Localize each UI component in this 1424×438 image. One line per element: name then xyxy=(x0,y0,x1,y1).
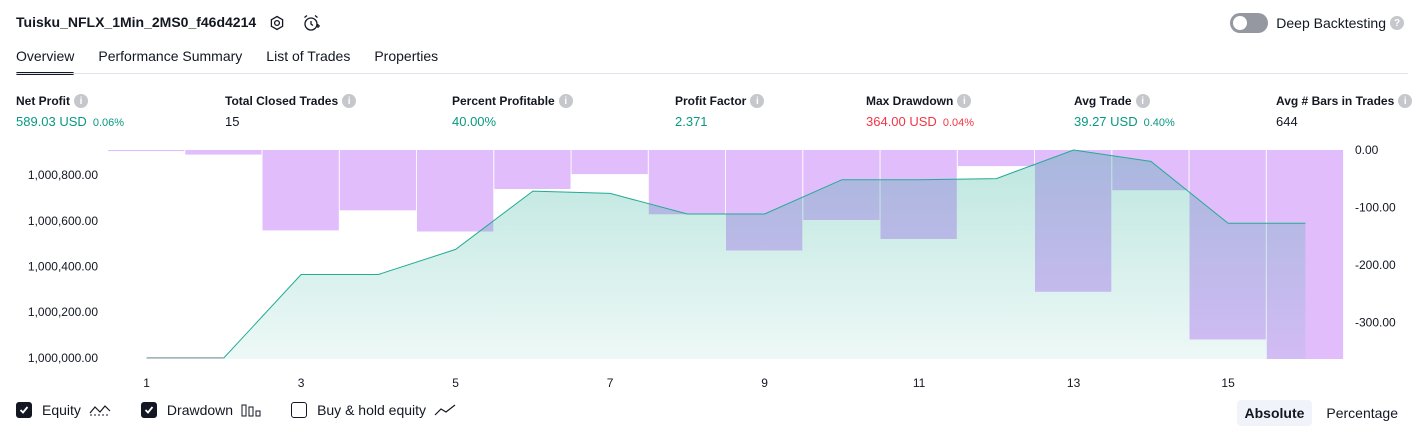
y-left-tick-label: 1,000,000.00 xyxy=(28,351,98,365)
equity-label: Equity xyxy=(42,402,81,418)
toggle-knob xyxy=(1233,16,1248,30)
equity-line-icon xyxy=(89,405,111,416)
x-tick-label: 3 xyxy=(298,376,305,390)
stat-label: Total Closed Trades xyxy=(225,94,339,108)
tab-overview[interactable]: Overview xyxy=(16,48,75,75)
info-icon[interactable]: ? xyxy=(1390,16,1404,30)
info-icon[interactable]: i xyxy=(1398,94,1413,108)
report-tabs: Overview Performance Summary List of Tra… xyxy=(16,48,438,75)
x-tick-label: 5 xyxy=(452,376,459,390)
drawdown-label: Drawdown xyxy=(166,402,234,418)
value-mode-switch: Absolute Percentage xyxy=(1236,400,1407,426)
info-icon[interactable]: i xyxy=(750,94,765,108)
buy-hold-label: Buy & hold equity xyxy=(317,402,427,418)
equity-checkbox[interactable]: Equity xyxy=(16,402,111,418)
drawdown-bar xyxy=(571,150,648,175)
y-left-tick-label: 1,000,200.00 xyxy=(28,305,98,319)
equity-drawdown-chart[interactable]: 1,000,000.00 1,000,200.00 1,000,400.00 1,00… xyxy=(0,140,1424,395)
stat-value: 2.371 xyxy=(675,114,708,129)
stat-label: Profit Factor xyxy=(675,94,747,108)
stat-percent: 0.04% xyxy=(942,117,975,129)
checkbox-unchecked-icon xyxy=(291,402,308,418)
deep-backtesting-toggle[interactable] xyxy=(1230,13,1269,33)
stat-net-profit: Net Profit i 589.03 USD 0.06% xyxy=(16,94,124,129)
y-left-tick-label: 1,000,600.00 xyxy=(28,214,98,228)
alarm-clock-plus-icon[interactable] xyxy=(301,13,321,33)
stat-profit-factor: Profit Factor i 2.371 xyxy=(675,94,765,129)
drawdown-bar xyxy=(648,150,726,215)
stat-value: 364.00 USD xyxy=(866,114,937,129)
percentage-button[interactable]: Percentage xyxy=(1318,400,1406,426)
x-tick-label: 13 xyxy=(1067,376,1081,390)
chart-legend: Equity Drawdown Buy & hold equity xyxy=(16,402,486,418)
y-right-tick-label: -100.00 xyxy=(1355,200,1396,214)
stat-value: 39.27 USD xyxy=(1074,114,1138,129)
y-right-tick-label: -300.00 xyxy=(1355,315,1396,329)
x-tick-label: 7 xyxy=(607,376,614,390)
drawdown-bar xyxy=(957,150,1035,167)
x-tick-label: 15 xyxy=(1221,376,1235,390)
stat-label: Net Profit xyxy=(16,94,70,108)
bars-icon xyxy=(241,404,261,417)
stat-value: 589.03 USD xyxy=(16,114,87,129)
drawdown-checkbox[interactable]: Drawdown xyxy=(140,402,261,418)
trend-line-icon xyxy=(434,404,456,416)
drawdown-bar xyxy=(417,150,494,232)
y-left-tick-label: 1,000,400.00 xyxy=(28,260,98,274)
drawdown-bar xyxy=(108,150,185,152)
strategy-title: Tuisku_NFLX_1Min_2MS0_f46d4214 xyxy=(16,14,257,30)
tab-performance-summary[interactable]: Performance Summary xyxy=(98,48,242,74)
info-icon[interactable]: i xyxy=(1135,94,1150,108)
stat-value: 40.00% xyxy=(452,114,497,129)
drawdown-bar xyxy=(494,150,571,189)
checkbox-checked-icon xyxy=(16,402,32,418)
stat-label: Avg Trade xyxy=(1074,94,1132,108)
stat-percent: 0.06% xyxy=(92,117,125,129)
drawdown-bar xyxy=(339,150,417,211)
x-tick-label: 11 xyxy=(913,376,926,390)
stat-max-drawdown: Max Drawdown i 364.00 USD 0.04% xyxy=(866,94,974,129)
info-icon[interactable]: i xyxy=(957,94,972,108)
stat-value: 644 xyxy=(1276,114,1298,129)
y-left-tick-label: 1,000,800.00 xyxy=(28,168,98,182)
stat-label: Percent Profitable xyxy=(452,94,555,108)
drawdown-bar xyxy=(262,150,339,231)
deep-backtesting-control: Deep Backtesting ? xyxy=(1230,13,1404,33)
stat-total-closed-trades: Total Closed Trades i 15 xyxy=(225,94,357,129)
stat-percent-profitable: Percent Profitable i 40.00% xyxy=(452,94,573,129)
absolute-button[interactable]: Absolute xyxy=(1236,400,1313,426)
drawdown-bar xyxy=(185,150,262,155)
info-icon[interactable]: i xyxy=(74,94,88,108)
x-tick-label: 1 xyxy=(143,376,150,390)
y-right-tick-label: -200.00 xyxy=(1355,258,1396,272)
gear-icon[interactable] xyxy=(267,13,287,33)
buy-hold-checkbox[interactable]: Buy & hold equity xyxy=(291,402,456,418)
info-icon[interactable]: i xyxy=(342,94,357,108)
checkbox-checked-icon xyxy=(140,402,157,418)
tabs-divider xyxy=(16,73,1408,74)
deep-backtesting-label: Deep Backtesting xyxy=(1276,15,1386,31)
x-tick-label: 9 xyxy=(761,376,768,390)
stat-label: Avg # Bars in Trades xyxy=(1276,94,1395,108)
stat-label: Max Drawdown xyxy=(866,94,954,108)
stat-avg-bars-in-trades: Avg # Bars in Trades i 644 xyxy=(1276,94,1413,129)
tab-list-of-trades[interactable]: List of Trades xyxy=(266,48,350,74)
stat-percent: 0.40% xyxy=(1143,117,1175,129)
stat-value: 15 xyxy=(225,114,240,129)
info-icon[interactable]: i xyxy=(558,94,573,108)
stat-avg-trade: Avg Trade i 39.27 USD 0.40% xyxy=(1074,94,1175,129)
y-right-tick-label: 0.00 xyxy=(1355,143,1379,157)
tab-properties[interactable]: Properties xyxy=(374,48,438,74)
